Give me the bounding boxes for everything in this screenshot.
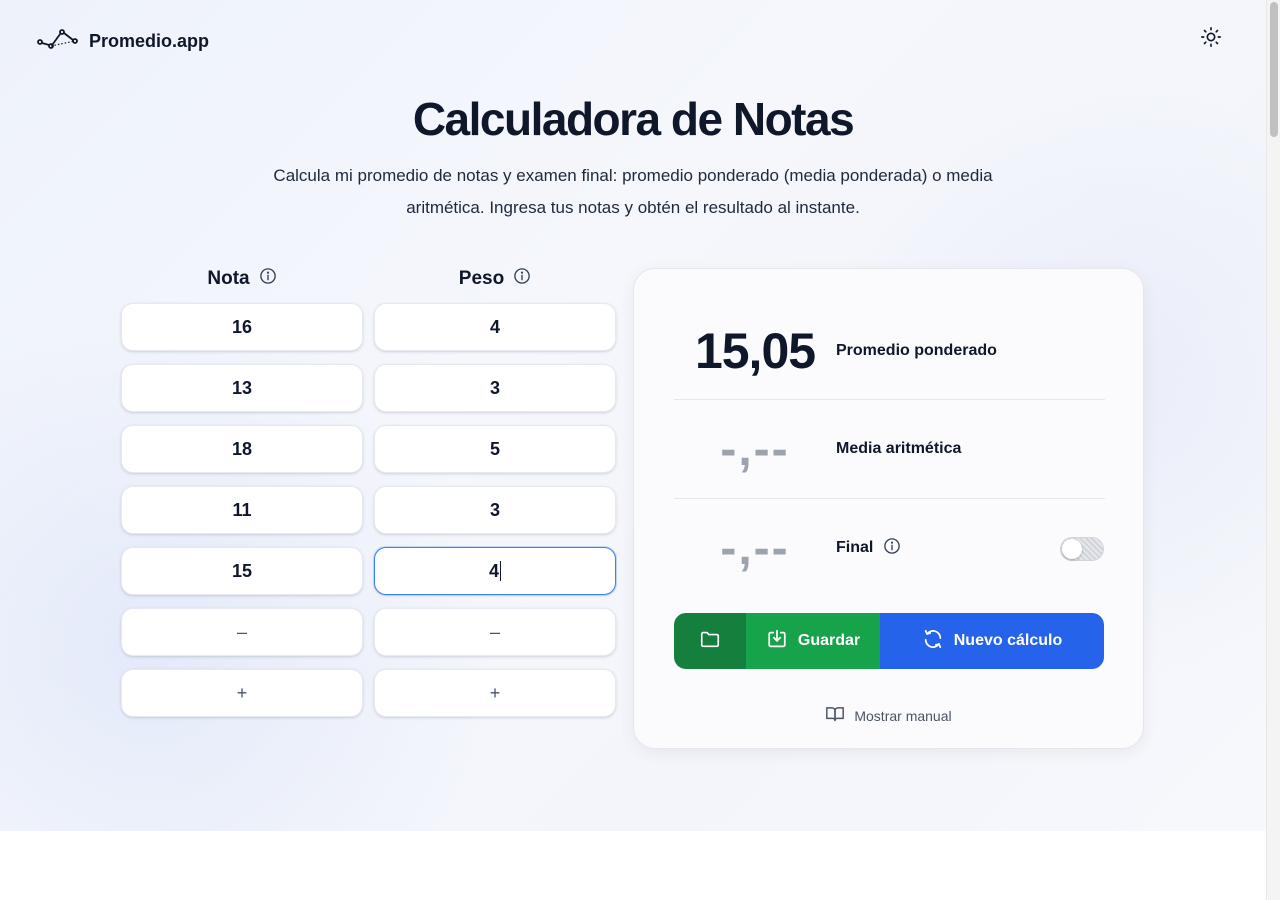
theme-toggle-button[interactable] (1196, 24, 1226, 54)
arithmetic-mean-value: -,-- (720, 422, 790, 476)
page-title: Calculadora de Notas (412, 93, 855, 145)
peso-input[interactable]: 4 (374, 303, 616, 351)
peso-header-label: Peso (458, 268, 505, 289)
chart-line-icon (37, 27, 79, 56)
divider (674, 498, 1105, 499)
final-value: -,-- (720, 521, 790, 575)
weighted-average-value: 15,05 (694, 323, 816, 379)
peso-column-header: Peso (374, 267, 616, 291)
info-icon[interactable] (883, 537, 901, 560)
info-icon[interactable] (513, 267, 531, 291)
sun-icon (1200, 26, 1222, 53)
peso-value: 4 (488, 560, 499, 581)
open-folder-button[interactable] (674, 613, 746, 669)
remove-peso-row-button[interactable]: – (374, 608, 616, 656)
download-tray-icon (766, 628, 788, 655)
toggle-knob (1062, 539, 1082, 559)
peso-input[interactable]: 3 (374, 486, 616, 534)
nota-input[interactable]: 11 (121, 486, 363, 534)
page-scrollbar[interactable] (1266, 0, 1280, 900)
folder-icon (699, 628, 721, 655)
new-calculation-button[interactable]: Nuevo cálculo (880, 613, 1104, 669)
final-label: Final (836, 539, 874, 556)
show-manual-link[interactable]: Mostrar manual (634, 705, 1143, 726)
final-label-group: Final (836, 537, 901, 560)
results-card: 15,05 Promedio ponderado -,-- Media arit… (633, 268, 1144, 749)
brand-name: Promedio.app (89, 31, 210, 51)
nota-input[interactable]: 13 (121, 364, 363, 412)
nota-column-header: Nota (121, 267, 363, 291)
show-manual-label: Mostrar manual (854, 707, 952, 724)
save-button[interactable]: Guardar (746, 613, 880, 669)
page-subtitle: Calcula mi promedio de notas y examen fi… (273, 166, 993, 217)
divider (674, 399, 1105, 400)
info-icon[interactable] (259, 267, 277, 291)
nota-input[interactable]: 15 (121, 547, 363, 595)
arithmetic-mean-row: -,-- Media aritmética (674, 419, 1105, 479)
brand-logo[interactable]: Promedio.app (37, 27, 209, 56)
refresh-icon (922, 628, 944, 655)
action-bar: Guardar Nuevo cálculo (674, 613, 1104, 669)
peso-input-focused[interactable]: 4 (374, 547, 616, 595)
weighted-average-row: 15,05 Promedio ponderado (674, 321, 1105, 381)
final-row: -,-- Final (674, 518, 1105, 578)
book-icon (825, 705, 845, 726)
weighted-average-label: Promedio ponderado (836, 342, 997, 359)
add-nota-row-button[interactable]: + (121, 669, 363, 717)
save-button-label: Guardar (797, 632, 861, 649)
arithmetic-mean-label: Media aritmética (836, 440, 962, 457)
nota-input[interactable]: 16 (121, 303, 363, 351)
new-calculation-label: Nuevo cálculo (953, 632, 1063, 649)
nota-input[interactable]: 18 (121, 425, 363, 473)
text-caret (500, 561, 501, 581)
final-toggle[interactable] (1060, 537, 1104, 561)
nota-header-label: Nota (207, 268, 250, 289)
remove-nota-row-button[interactable]: – (121, 608, 363, 656)
add-peso-row-button[interactable]: + (374, 669, 616, 717)
peso-input[interactable]: 5 (374, 425, 616, 473)
peso-input[interactable]: 3 (374, 364, 616, 412)
scrollbar-thumb[interactable] (1270, 2, 1278, 137)
